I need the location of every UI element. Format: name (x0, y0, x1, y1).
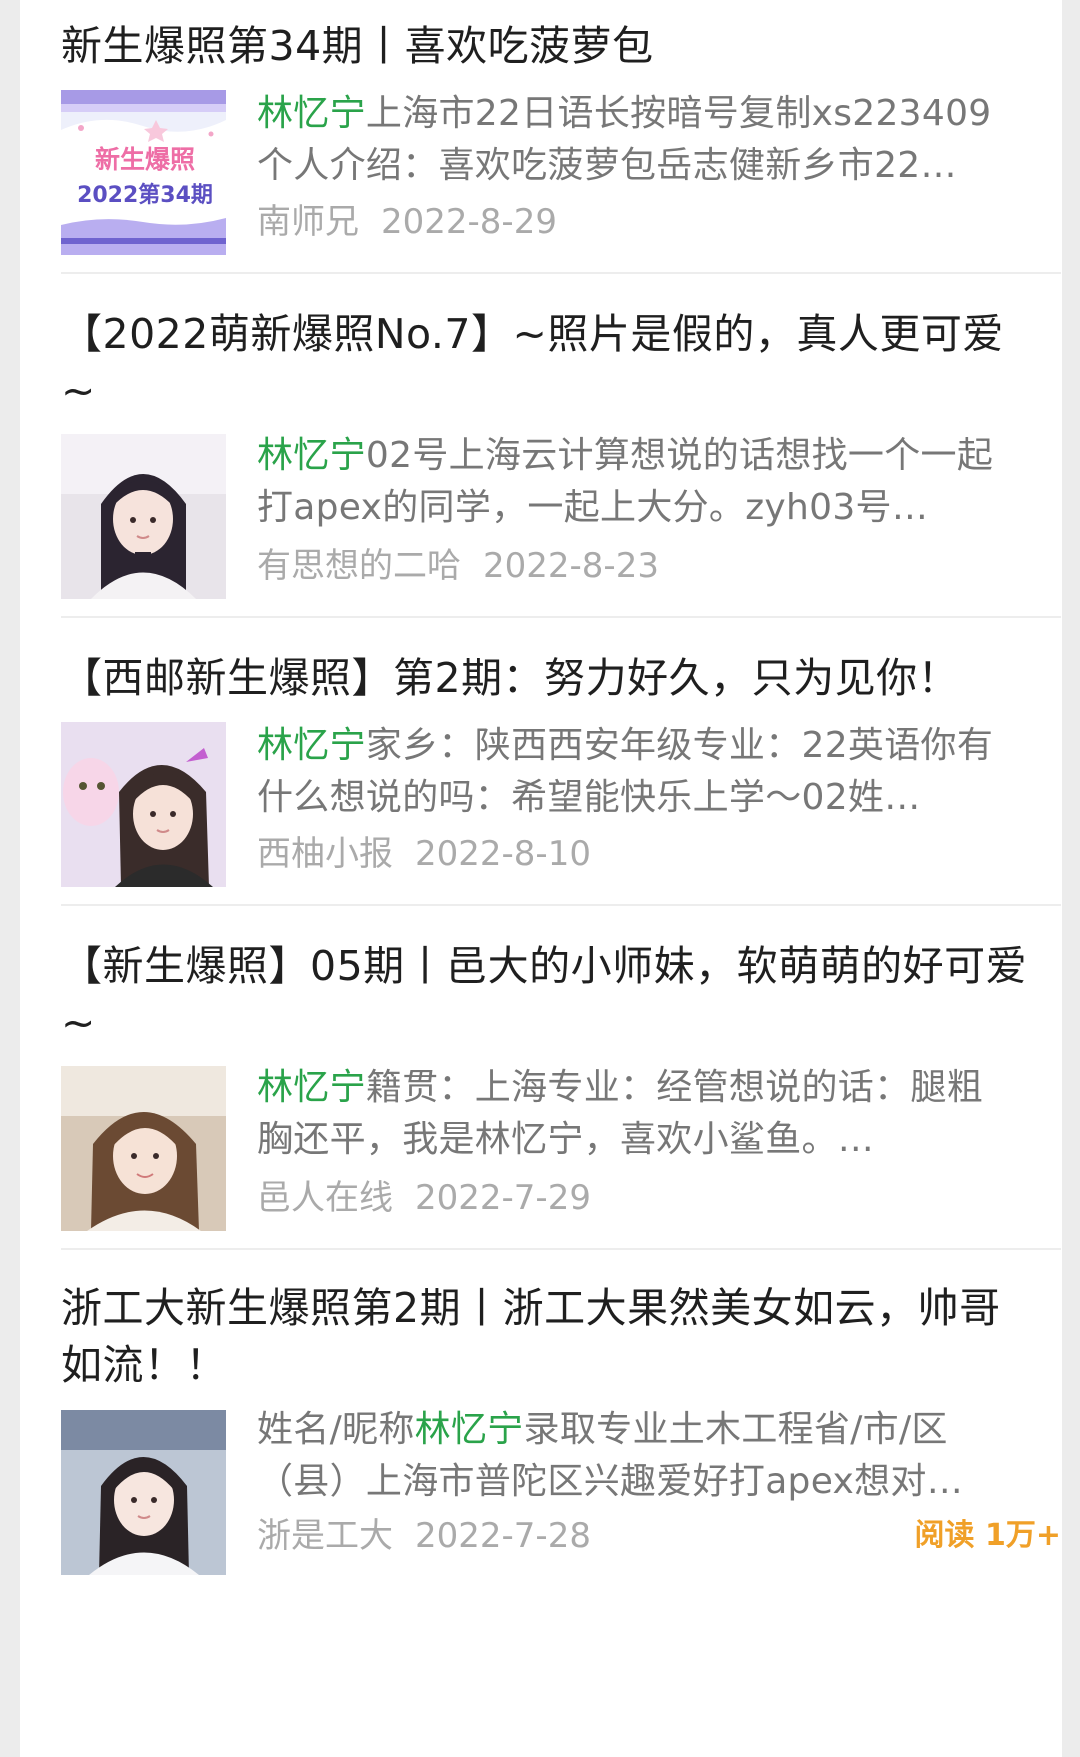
article-title[interactable]: 【2022萌新爆照No.7】~照片是假的，真人更可爱~ (61, 306, 1036, 420)
snippet-text: 家乡：陕西西安年级专业：22英语你有什么想说的吗：希望能快乐上学～02姓… (257, 725, 994, 818)
article-feed: 新生爆照第34期丨喜欢吃菠萝包 新生爆照 2022第34期 林忆宁上海市22日语… (20, 0, 1062, 1757)
snippet-text: 02号上海云计算想说的话想找一个一起打apex的同学，一起上大分。zyh03号… (257, 435, 994, 528)
article-snippet: 林忆宁籍贯：上海专业：经管想说的话：腿粗胸还平，我是林忆宁，喜欢小鲨鱼。… (257, 1062, 1002, 1166)
article-snippet: 林忆宁家乡：陕西西安年级专业：22英语你有什么想说的吗：希望能快乐上学～02姓… (257, 720, 1002, 824)
article-item[interactable]: 【新生爆照】05期丨邑大的小师妹，软萌萌的好可爱~ 林忆宁籍贯：上海专业：经管想… (61, 938, 1061, 1238)
divider (61, 1248, 1061, 1250)
portrait-image (61, 434, 226, 599)
article-thumbnail[interactable]: 新生爆照 2022第34期 (61, 90, 226, 255)
article-thumbnail[interactable] (61, 722, 226, 887)
article-thumbnail[interactable] (61, 1410, 226, 1575)
article-title[interactable]: 【新生爆照】05期丨邑大的小师妹，软萌萌的好可爱~ (61, 938, 1036, 1052)
article-item[interactable]: 浙工大新生爆照第2期丨浙工大果然美女如云，帅哥如流！！ 姓名/昵称林忆宁录取专业… (61, 1280, 1061, 1740)
article-snippet: 林忆宁上海市22日语长按暗号复制xs223409个人介绍：喜欢吃菠萝包岳志健新乡… (257, 88, 1002, 192)
highlighted-name: 林忆宁 (257, 1067, 366, 1108)
snippet-text: 上海市22日语长按暗号复制xs223409个人介绍：喜欢吃菠萝包岳志健新乡市22… (257, 93, 992, 186)
article-snippet: 林忆宁02号上海云计算想说的话想找一个一起打apex的同学，一起上大分。zyh0… (257, 430, 1002, 534)
article-item[interactable]: 【2022萌新爆照No.7】~照片是假的，真人更可爱~ 林忆宁02号上海云计算想… (61, 306, 1061, 606)
article-date: 2022-7-28 (415, 1516, 591, 1556)
banner-image: 新生爆照 2022第34期 (61, 90, 226, 255)
article-meta: 邑人在线 2022-7-29 (257, 1174, 1047, 1222)
highlighted-name: 林忆宁 (257, 93, 366, 134)
article-date: 2022-8-29 (381, 202, 557, 242)
article-source[interactable]: 西柚小报 (257, 834, 393, 874)
article-item[interactable]: 【西邮新生爆照】第2期：努力好久，只为见你！ 林忆宁家乡：陕西西安年级专业：22… (61, 650, 1061, 890)
article-date: 2022-8-10 (415, 834, 591, 874)
article-title[interactable]: 浙工大新生爆照第2期丨浙工大果然美女如云，帅哥如流！！ (61, 1280, 1036, 1394)
article-source[interactable]: 浙是工大 (257, 1516, 393, 1556)
article-thumbnail[interactable] (61, 434, 226, 599)
article-source[interactable]: 有思想的二哈 (257, 546, 461, 586)
portrait-image (61, 722, 226, 887)
article-source[interactable]: 南师兄 (257, 202, 359, 242)
portrait-image (61, 1066, 226, 1231)
divider (61, 616, 1061, 618)
divider (61, 904, 1061, 906)
highlighted-name: 林忆宁 (414, 1409, 524, 1450)
article-thumbnail[interactable] (61, 1066, 226, 1231)
article-title[interactable]: 新生爆照第34期丨喜欢吃菠萝包 (61, 18, 1036, 75)
read-count: 阅读 1万+ (914, 1518, 1061, 1553)
article-snippet: 姓名/昵称林忆宁录取专业土木工程省/市/区（县）上海市普陀区兴趣爱好打apex想… (257, 1404, 1002, 1508)
article-meta: 有思想的二哈 2022-8-23 (257, 542, 1047, 590)
snippet-prefix: 姓名/昵称 (257, 1409, 415, 1450)
banner-text: 新生爆照 (95, 145, 195, 174)
portrait-image (61, 1410, 226, 1575)
banner-subtext: 2022第34期 (77, 182, 213, 208)
article-item[interactable]: 新生爆照第34期丨喜欢吃菠萝包 新生爆照 2022第34期 林忆宁上海市22日语… (61, 18, 1061, 258)
snippet-text: 籍贯：上海专业：经管想说的话：腿粗胸还平，我是林忆宁，喜欢小鲨鱼。… (257, 1067, 984, 1160)
article-source[interactable]: 邑人在线 (257, 1178, 393, 1218)
article-title[interactable]: 【西邮新生爆照】第2期：努力好久，只为见你！ (61, 650, 1036, 707)
highlighted-name: 林忆宁 (257, 435, 366, 476)
highlighted-name: 林忆宁 (257, 725, 366, 766)
article-meta: 南师兄 2022-8-29 (257, 198, 1047, 246)
article-meta: 西柚小报 2022-8-10 (257, 830, 1047, 878)
divider (61, 272, 1061, 274)
article-date: 2022-8-23 (483, 546, 659, 586)
article-date: 2022-7-29 (415, 1178, 591, 1218)
